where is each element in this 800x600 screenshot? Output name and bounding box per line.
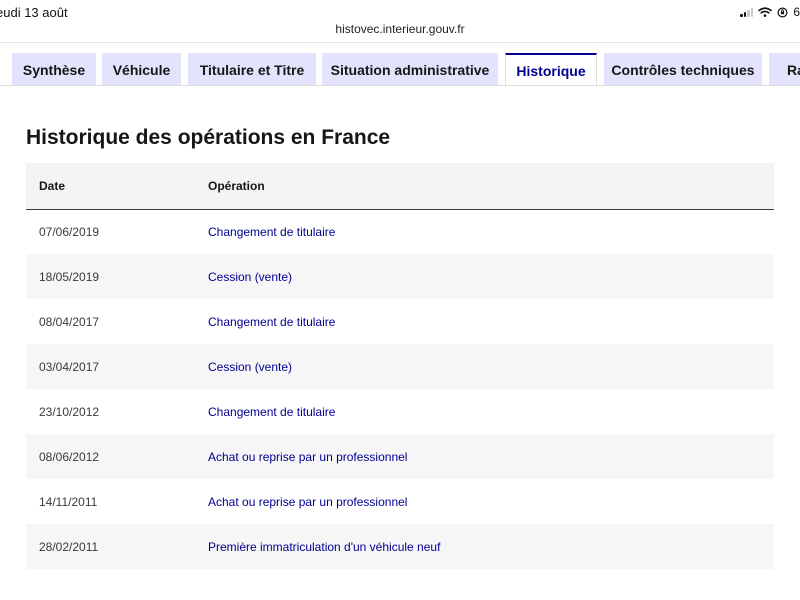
- battery-percentage: 6: [793, 5, 800, 19]
- table-row: 08/04/2017 Changement de titulaire: [26, 299, 774, 344]
- column-header-date: Date: [26, 163, 208, 210]
- column-header-operation: Opération: [208, 163, 774, 210]
- tab-titulaire-et-titre[interactable]: Titulaire et Titre: [188, 53, 316, 86]
- page-title: Historique des opérations en France: [26, 126, 391, 149]
- row-date: 28/02/2011: [26, 524, 208, 569]
- row-operation: Achat ou reprise par un professionnel: [208, 434, 774, 479]
- row-date: 18/05/2019: [26, 254, 208, 299]
- row-date: 03/04/2017: [26, 344, 208, 389]
- row-operation: Changement de titulaire: [208, 224, 336, 239]
- row-operation: Cession (vente): [208, 344, 774, 389]
- signal-icon: [740, 7, 754, 17]
- tab-vehicule[interactable]: Véhicule: [102, 53, 181, 86]
- wifi-icon: [758, 7, 773, 17]
- table-row: 28/02/2011 Première immatriculation d'un…: [26, 524, 774, 569]
- row-operation: Changement de titulaire: [208, 314, 336, 329]
- status-indicators: 6: [740, 5, 800, 19]
- tabs-bar: Synthèse Véhicule Titulaire et Titre Sit…: [0, 53, 800, 87]
- tab-rapport[interactable]: Rap: [769, 53, 800, 86]
- row-operation: Première immatriculation d'un véhicule n…: [208, 524, 774, 569]
- table-row: 18/05/2019 Cession (vente): [26, 254, 774, 299]
- status-date: eudi 13 août: [0, 5, 68, 20]
- rotation-lock-icon: [777, 6, 788, 18]
- row-date: 23/10/2012: [39, 404, 100, 419]
- history-table: Date Opération 07/06/2019 Changement de …: [26, 163, 774, 569]
- table-row: 08/06/2012 Achat ou reprise par un profe…: [26, 434, 774, 479]
- table-row: 03/04/2017 Cession (vente): [26, 344, 774, 389]
- tab-historique[interactable]: Historique: [505, 53, 597, 87]
- row-date: 08/04/2017: [39, 314, 100, 329]
- row-operation: Cession (vente): [208, 254, 774, 299]
- tab-panel-historique: Historique des opérations en France Date…: [0, 86, 800, 600]
- row-operation: Changement de titulaire: [208, 404, 336, 419]
- table-row: 14/11/2011 Achat ou reprise par un profe…: [26, 479, 774, 524]
- row-date: 08/06/2012: [26, 434, 208, 479]
- page-top-divider: [0, 42, 800, 43]
- row-date: 14/11/2011: [39, 494, 98, 509]
- table-header-row: Date Opération: [26, 163, 774, 210]
- table-row: 23/10/2012 Changement de titulaire: [26, 389, 774, 434]
- tab-controles-techniques[interactable]: Contrôles techniques: [604, 53, 762, 86]
- tab-situation-administrative[interactable]: Situation administrative: [322, 53, 498, 86]
- row-operation: Achat ou reprise par un professionnel: [208, 494, 408, 509]
- table-row: 07/06/2019 Changement de titulaire: [26, 209, 774, 254]
- status-bar: eudi 13 août 6: [0, 0, 800, 22]
- row-date: 07/06/2019: [39, 224, 100, 239]
- tab-synthese[interactable]: Synthèse: [12, 53, 96, 86]
- url-bar[interactable]: histovec.interieur.gouv.fr: [0, 22, 800, 36]
